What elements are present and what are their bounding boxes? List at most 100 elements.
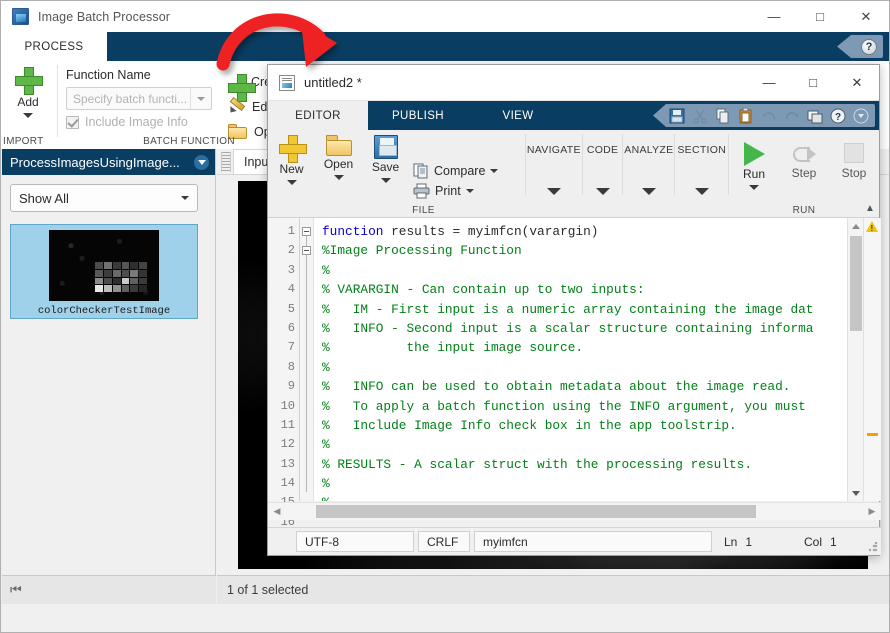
scrollbar-thumb[interactable] <box>850 236 862 331</box>
chevron-down-icon[interactable] <box>547 188 561 195</box>
code-line[interactable]: % <box>322 474 847 493</box>
editor-status-bar: UTF-8 CRLF myimfcn Ln 1 Col 1 <box>268 527 881 555</box>
chevron-down-icon[interactable] <box>381 178 391 183</box>
scroll-right-icon[interactable]: ▶ <box>863 506 881 517</box>
chevron-down-icon[interactable] <box>749 185 759 190</box>
code-line[interactable]: % VARARGIN - Can contain up to two input… <box>322 280 847 299</box>
tab-editor[interactable]: EDITOR <box>268 101 368 130</box>
chevron-down-icon[interactable] <box>334 175 344 180</box>
code-analyzer-bar[interactable] <box>863 218 881 501</box>
tab-process[interactable]: PROCESS <box>1 32 107 61</box>
code-line[interactable]: function results = myimfcn(varargin) <box>322 222 847 241</box>
batch-function-combo[interactable]: Specify batch functi... <box>66 87 212 110</box>
print-button[interactable]: Print <box>413 183 498 199</box>
include-image-info-row[interactable]: Include Image Info <box>66 115 212 129</box>
code-horizontal-scrollbar[interactable]: ◀ ▶ <box>268 502 881 520</box>
line-number: 10 <box>268 397 299 416</box>
code-line[interactable]: % <box>322 358 847 377</box>
chevron-down-icon <box>197 97 205 101</box>
paste-icon[interactable] <box>738 108 754 124</box>
scroll-left-icon[interactable]: ◀ <box>268 506 286 517</box>
undo-icon[interactable] <box>761 108 777 124</box>
cut-icon[interactable] <box>692 108 708 124</box>
chevron-down-icon[interactable] <box>490 169 498 173</box>
close-button[interactable]: ✕ <box>843 1 889 32</box>
hscroll-track[interactable] <box>286 505 863 518</box>
navigate-group-label: NAVIGATE <box>527 144 581 156</box>
hscrollbar-thumb[interactable] <box>316 505 756 518</box>
chevron-down-icon[interactable] <box>466 189 474 193</box>
code-line[interactable]: % IM - First input is a numeric array co… <box>322 300 847 319</box>
editor-maximize-button[interactable]: □ <box>791 65 835 101</box>
compare-button[interactable]: Compare <box>413 163 498 179</box>
code-line[interactable]: % Include Image Info check box in the ap… <box>322 416 847 435</box>
code-fold-bar[interactable] <box>300 218 314 501</box>
section-group-label: SECTION <box>677 144 726 156</box>
resize-grip-icon[interactable] <box>868 542 878 552</box>
fold-toggle-icon[interactable] <box>302 227 311 236</box>
save-icon[interactable] <box>669 108 685 124</box>
customize-icon[interactable] <box>853 108 869 124</box>
line-ending-status[interactable]: CRLF <box>418 531 470 552</box>
combo-arrow-box[interactable] <box>190 88 211 109</box>
switch-windows-icon[interactable] <box>807 108 823 124</box>
copy-icon[interactable] <box>715 108 731 124</box>
green-plus-icon <box>228 74 244 90</box>
scroll-down-icon[interactable] <box>848 485 864 501</box>
navigate-group-button[interactable]: NAVIGATE <box>526 130 582 217</box>
quick-access-toolbar: ? ↘ <box>653 104 875 127</box>
section-group-button[interactable]: SECTION <box>675 130 728 217</box>
editor-minimize-button[interactable]: — <box>747 65 791 101</box>
line-number: 4 <box>268 280 299 299</box>
warning-triangle-icon[interactable] <box>866 221 878 232</box>
batch-function-input[interactable]: Specify batch functi... <box>67 92 190 106</box>
code-line[interactable]: % <box>322 493 847 501</box>
minimize-button[interactable]: — <box>751 1 797 32</box>
editor-window-controls: — □ ✕ <box>747 65 879 101</box>
chevron-down-icon[interactable] <box>596 188 610 195</box>
code-group-button[interactable]: CODE <box>583 130 623 217</box>
include-image-info-label: Include Image Info <box>85 115 188 129</box>
drag-grip-icon[interactable] <box>221 152 231 172</box>
tab-view[interactable]: VIEW <box>468 101 568 130</box>
filter-dropdown[interactable]: Show All <box>10 184 198 212</box>
code-text-area[interactable]: function results = myimfcn(varargin)%Ima… <box>314 218 847 501</box>
ribbon-group-import: Add IMPORT <box>1 61 57 149</box>
code-line[interactable]: %Image Processing Function <box>322 241 847 260</box>
code-line[interactable]: % INFO - Second input is a scalar struct… <box>322 319 847 338</box>
encoding-status[interactable]: UTF-8 <box>296 531 414 552</box>
collapse-toolstrip-icon[interactable]: ▲ <box>863 201 877 215</box>
code-line[interactable]: % RESULTS - A scalar struct with the pro… <box>322 455 847 474</box>
chevron-down-icon[interactable] <box>695 188 709 195</box>
analyze-group-button[interactable]: ANALYZE <box>623 130 674 217</box>
code-line[interactable]: % <box>322 435 847 454</box>
fold-toggle-icon[interactable] <box>302 246 311 255</box>
add-button[interactable]: Add <box>1 61 55 118</box>
code-vertical-scrollbar[interactable] <box>847 218 863 501</box>
chevron-down-icon[interactable] <box>23 113 33 118</box>
toolstrip-group-file: New Open Save <box>268 130 525 218</box>
skip-to-start-icon[interactable]: ⏮ <box>10 582 21 598</box>
help-icon[interactable]: ? <box>830 108 846 124</box>
help-button[interactable]: ? <box>837 35 883 58</box>
code-line[interactable]: % INFO can be used to obtain metadata ab… <box>322 377 847 396</box>
editor-close-button[interactable]: ✕ <box>835 65 879 101</box>
code-line[interactable]: % To apply a batch function using the IN… <box>322 397 847 416</box>
code-line[interactable]: % <box>322 261 847 280</box>
redo-icon[interactable] <box>784 108 800 124</box>
thumbnail-image <box>49 230 159 301</box>
chevron-down-icon[interactable] <box>287 180 297 185</box>
tab-publish[interactable]: PUBLISH <box>368 101 468 130</box>
chevron-down-icon[interactable] <box>642 188 656 195</box>
current-function-status[interactable]: myimfcn <box>474 531 712 552</box>
save-button-label: Save <box>372 160 399 174</box>
warning-marker[interactable] <box>867 433 878 436</box>
maximize-button[interactable]: □ <box>797 1 843 32</box>
code-line[interactable]: % the input image source. <box>322 338 847 357</box>
include-image-info-checkbox[interactable] <box>66 116 79 129</box>
list-item[interactable]: colorCheckerTestImage <box>10 224 198 319</box>
chevron-down-circle-icon[interactable] <box>194 155 209 170</box>
line-number: 3 <box>268 261 299 280</box>
scroll-up-icon[interactable] <box>848 218 864 234</box>
line-number: 8 <box>268 358 299 377</box>
